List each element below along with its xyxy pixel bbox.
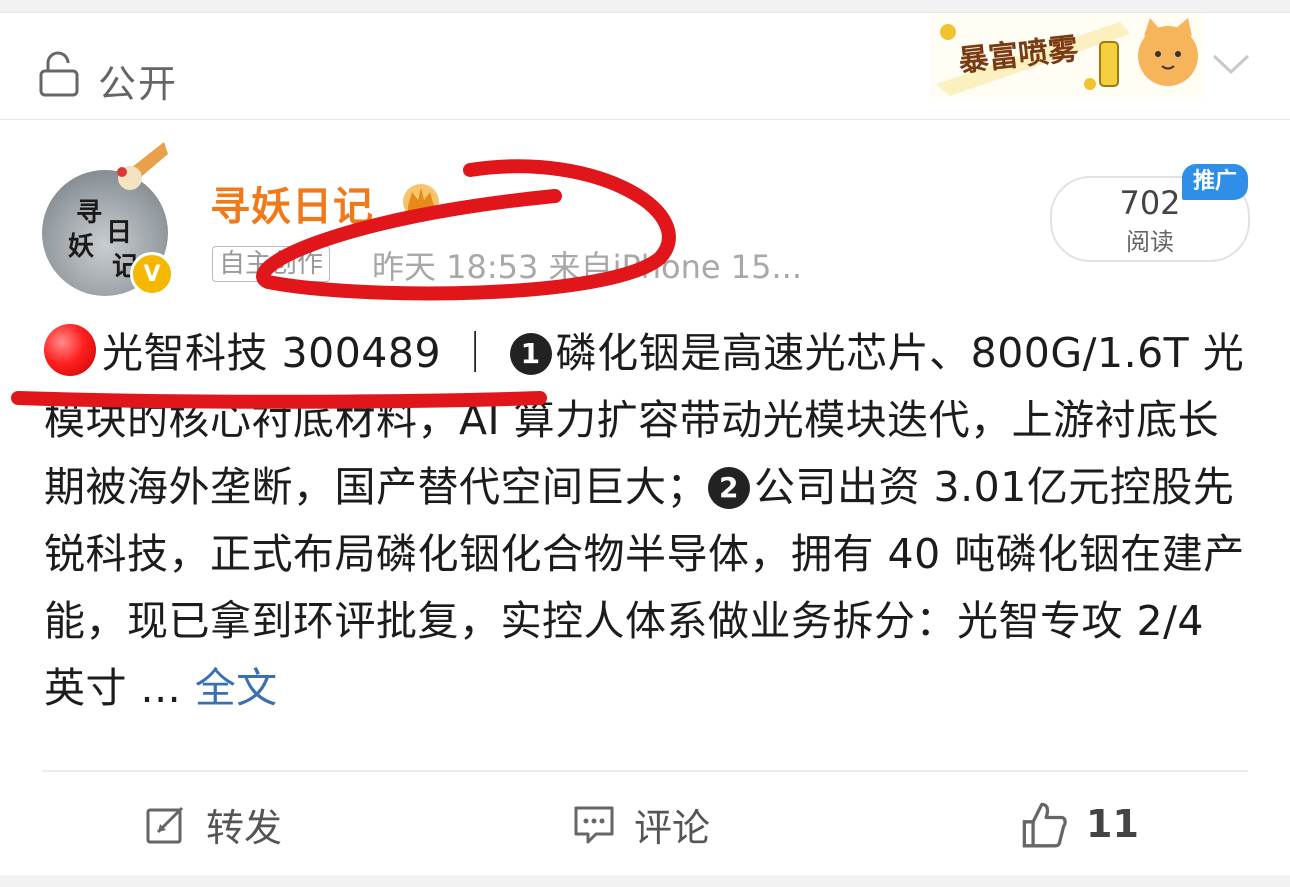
promote-badge[interactable]: 推广 xyxy=(1182,164,1248,200)
comment-button[interactable]: 评论 xyxy=(572,796,710,852)
comment-icon xyxy=(574,806,614,844)
crown-icon xyxy=(403,184,439,220)
post-timestamp-source: 昨天 18:53 来自iPhone 15... xyxy=(372,248,802,286)
author-name[interactable]: 寻妖日记 xyxy=(210,174,374,232)
avatar-char: 日 xyxy=(106,218,133,248)
post-text: 光智科技 300489 ｜ 1 磷化铟是高速光芯片、800G/1.6T 光模块的核… xyxy=(44,320,1250,722)
divider xyxy=(42,770,1248,772)
like-button[interactable]: 11 xyxy=(1020,796,1139,852)
comment-label: 评论 xyxy=(634,805,711,850)
verified-badge-icon: V xyxy=(130,252,174,296)
full-text-link[interactable]: 全文 xyxy=(195,664,278,712)
chevron-down-icon[interactable] xyxy=(1210,50,1252,78)
read-label: 阅读 xyxy=(1126,228,1174,256)
headline-separator: ｜ xyxy=(454,329,497,377)
original-content-tag: 自主创作 xyxy=(212,246,331,282)
red-circle-icon xyxy=(44,324,96,376)
number-2-icon: 2 xyxy=(708,467,750,509)
avatar-char: 妖 xyxy=(68,232,95,262)
like-count: 11 xyxy=(1086,802,1139,846)
avatar-char: 寻 xyxy=(76,198,103,228)
number-1-icon: 1 xyxy=(509,333,552,375)
repost-button[interactable]: 转发 xyxy=(144,796,282,852)
footer-strip xyxy=(0,875,1290,887)
repost-label: 转发 xyxy=(206,805,283,850)
post-headline: 光智科技 300489 xyxy=(102,329,442,377)
visibility-label: 公开 xyxy=(98,62,179,106)
lock-open-icon xyxy=(39,51,79,97)
repost-icon xyxy=(146,806,184,844)
ice-cream-icon xyxy=(117,142,168,190)
thumbs-up-icon xyxy=(1022,802,1067,848)
